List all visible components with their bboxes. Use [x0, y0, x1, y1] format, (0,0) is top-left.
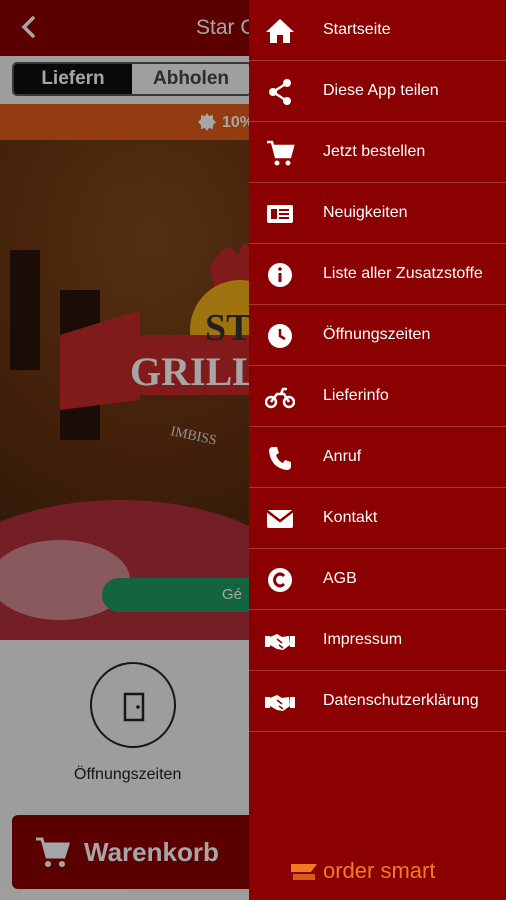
- menu-item-label: Lieferinfo: [323, 387, 389, 404]
- info-icon: [268, 263, 292, 287]
- menu-item-label: Startseite: [323, 21, 391, 38]
- menu-item-label: Öffnungszeiten: [323, 326, 431, 343]
- menu-item-additives[interactable]: Liste aller Zusatzstoffe: [249, 244, 506, 305]
- clock-icon: [268, 324, 292, 348]
- menu-item-label: Kontakt: [323, 509, 378, 526]
- menu-item-privacy[interactable]: Datenschutzerklärung: [249, 671, 506, 732]
- menu-item-delivery-info[interactable]: Lieferinfo: [249, 366, 506, 427]
- menu-item-label: Impressum: [323, 631, 403, 648]
- menu-item-call[interactable]: Anruf: [249, 427, 506, 488]
- menu-item-news[interactable]: Neuigkeiten: [249, 183, 506, 244]
- menu-item-label: Diese App teilen: [323, 82, 439, 99]
- handshake-icon: [265, 695, 295, 711]
- cart-icon: [267, 140, 295, 166]
- brand-name: order smart: [323, 858, 436, 883]
- menu-item-order-now[interactable]: Jetzt bestellen: [249, 122, 506, 183]
- phone-icon: [269, 447, 291, 470]
- copyright-icon: [268, 568, 292, 592]
- menu-item-label: Anruf: [323, 448, 362, 465]
- brand-footer: order smart: [289, 856, 469, 886]
- share-icon: [269, 79, 291, 105]
- news-icon: [267, 205, 293, 223]
- menu-item-opening-hours[interactable]: Öffnungszeiten: [249, 305, 506, 366]
- mail-icon: [266, 510, 294, 528]
- menu-item-contact[interactable]: Kontakt: [249, 488, 506, 549]
- menu-item-label: AGB: [323, 570, 357, 587]
- menu-item-terms[interactable]: AGB: [249, 549, 506, 610]
- menu-item-label: Jetzt bestellen: [323, 143, 426, 160]
- menu-item-share[interactable]: Diese App teilen: [249, 61, 506, 122]
- order-smart-logo-icon: [291, 864, 317, 880]
- menu-item-startseite[interactable]: Startseite: [249, 0, 506, 61]
- home-icon: [266, 19, 294, 43]
- handshake-icon: [265, 634, 295, 650]
- menu-item-label: Datenschutzerklärung: [323, 692, 479, 709]
- menu-item-imprint[interactable]: Impressum: [249, 610, 506, 671]
- motorbike-icon: [265, 387, 295, 409]
- menu-item-label: Neuigkeiten: [323, 204, 408, 221]
- menu-item-label: Liste aller Zusatzstoffe: [323, 265, 483, 282]
- navigation-drawer: Startseite Diese App teilen Jetzt bestel…: [249, 0, 506, 900]
